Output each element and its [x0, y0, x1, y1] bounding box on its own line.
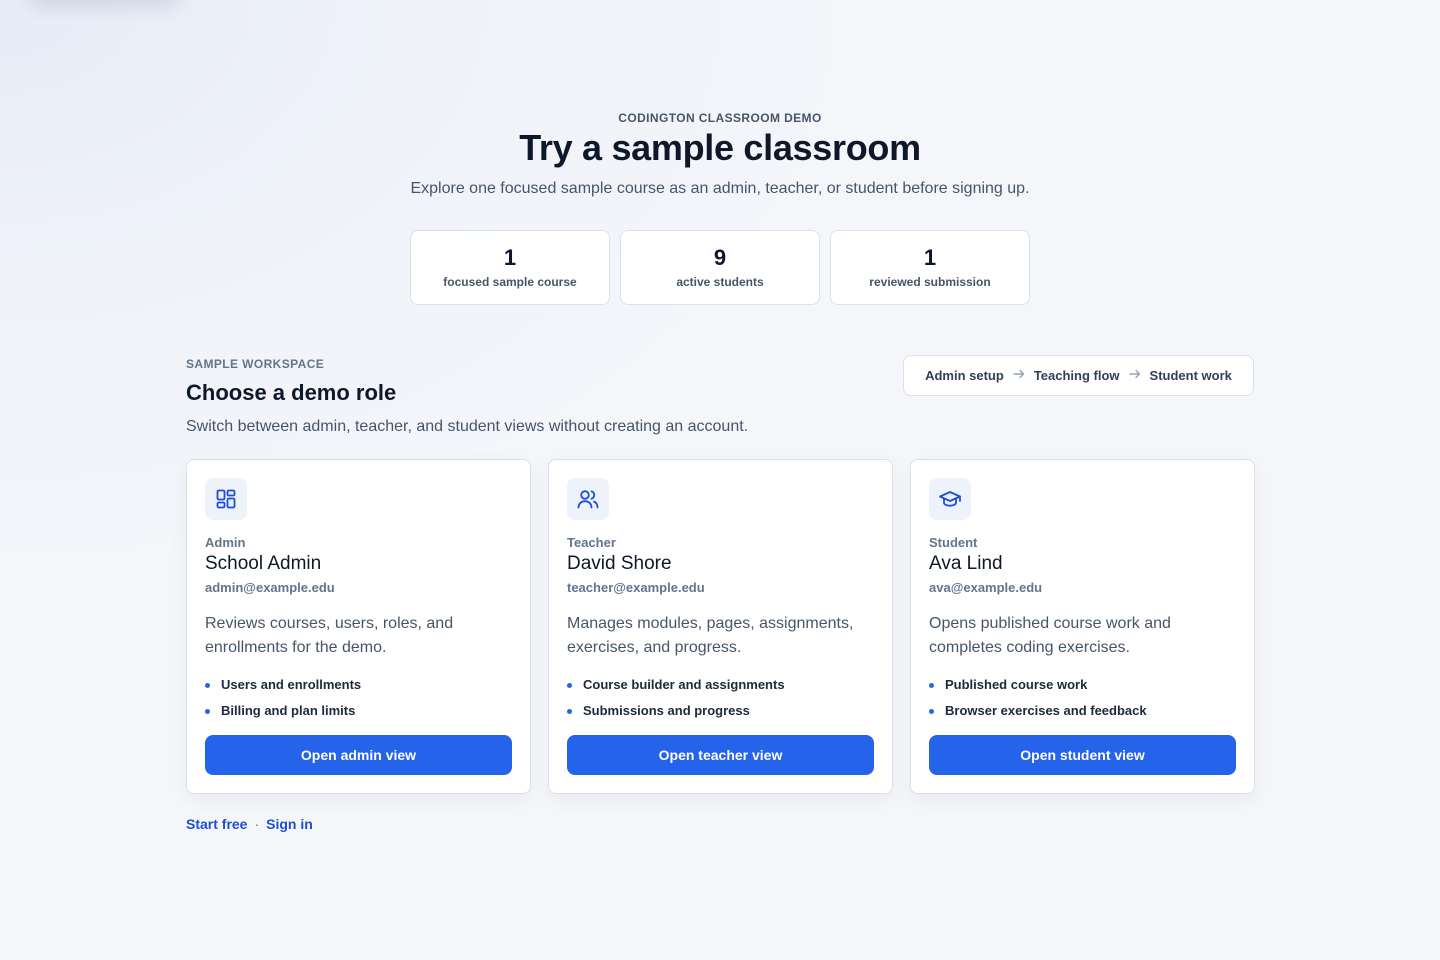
role-flow-indicator: Admin setup Teaching flow Student work [903, 355, 1254, 396]
role-cards: Admin School Admin admin@example.edu Rev… [186, 459, 1255, 794]
open-admin-view-button[interactable]: Open admin view [205, 735, 512, 775]
footer-links: Start free · Sign in [186, 816, 313, 832]
separator-dot: · [254, 816, 260, 832]
users-icon [567, 478, 609, 520]
hero-eyebrow: CODINGTON CLASSROOM DEMO [618, 111, 822, 125]
user-email: ava@example.edu [929, 580, 1043, 595]
role-label: Teacher [567, 535, 616, 550]
role-card-student: Student Ava Lind ava@example.edu Opens p… [910, 459, 1255, 794]
arrow-right-icon [1128, 367, 1142, 384]
flow-step-student: Student work [1149, 368, 1232, 383]
role-description: Opens published course work and complete… [929, 615, 1171, 656]
flow-step-admin: Admin setup [925, 368, 1004, 383]
workspace-eyebrow: SAMPLE WORKSPACE [186, 357, 325, 371]
list-item: Course builder and assignments [567, 672, 874, 698]
list-item: Browser exercises and feedback [929, 698, 1236, 724]
stat-value: 9 [713, 245, 727, 270]
start-free-link[interactable]: Start free [186, 816, 247, 832]
stat-value: 1 [923, 245, 937, 270]
open-student-view-button[interactable]: Open student view [929, 735, 1236, 775]
stat-label: reviewed submission [869, 275, 991, 289]
user-email: teacher@example.edu [567, 580, 705, 595]
stat-label: focused sample course [443, 275, 577, 289]
sign-in-link[interactable]: Sign in [266, 816, 313, 832]
feature-list: Course builder and assignments Submissio… [567, 672, 874, 724]
role-label: Student [929, 535, 978, 550]
stat-card-students: 9 active students [620, 230, 820, 305]
user-name: David Shore [567, 553, 672, 574]
stat-value: 1 [503, 245, 517, 270]
hero-subtitle: Explore one focused sample course as an … [410, 180, 1030, 197]
flow-step-teaching: Teaching flow [1033, 368, 1120, 383]
feature-list: Published course work Browser exercises … [929, 672, 1236, 724]
role-label: Admin [205, 535, 246, 550]
open-teacher-view-button[interactable]: Open teacher view [567, 735, 874, 775]
dashboard-grid-icon [205, 478, 247, 520]
arrow-right-icon [1012, 367, 1026, 384]
role-description: Manages modules, pages, assignments, exe… [567, 615, 854, 656]
stats-row: 1 focused sample course 9 active student… [410, 230, 1030, 305]
page-title: Try a sample classroom [519, 127, 921, 168]
list-item: Published course work [929, 672, 1236, 698]
list-item: Users and enrollments [205, 672, 512, 698]
graduation-cap-icon [929, 478, 971, 520]
role-description: Reviews courses, users, roles, and enrol… [205, 615, 454, 656]
user-name: School Admin [205, 553, 322, 574]
stat-card-courses: 1 focused sample course [410, 230, 610, 305]
user-email: admin@example.edu [205, 580, 335, 595]
list-item: Submissions and progress [567, 698, 874, 724]
feature-list: Users and enrollments Billing and plan l… [205, 672, 512, 724]
role-card-admin: Admin School Admin admin@example.edu Rev… [186, 459, 531, 794]
stat-label: active students [676, 275, 764, 289]
role-card-teacher: Teacher David Shore teacher@example.edu … [548, 459, 893, 794]
list-item: Billing and plan limits [205, 698, 512, 724]
stat-card-submissions: 1 reviewed submission [830, 230, 1030, 305]
section-title: Choose a demo role [186, 380, 397, 405]
user-name: Ava Lind [929, 553, 1003, 574]
section-subtitle: Switch between admin, teacher, and stude… [186, 418, 749, 435]
